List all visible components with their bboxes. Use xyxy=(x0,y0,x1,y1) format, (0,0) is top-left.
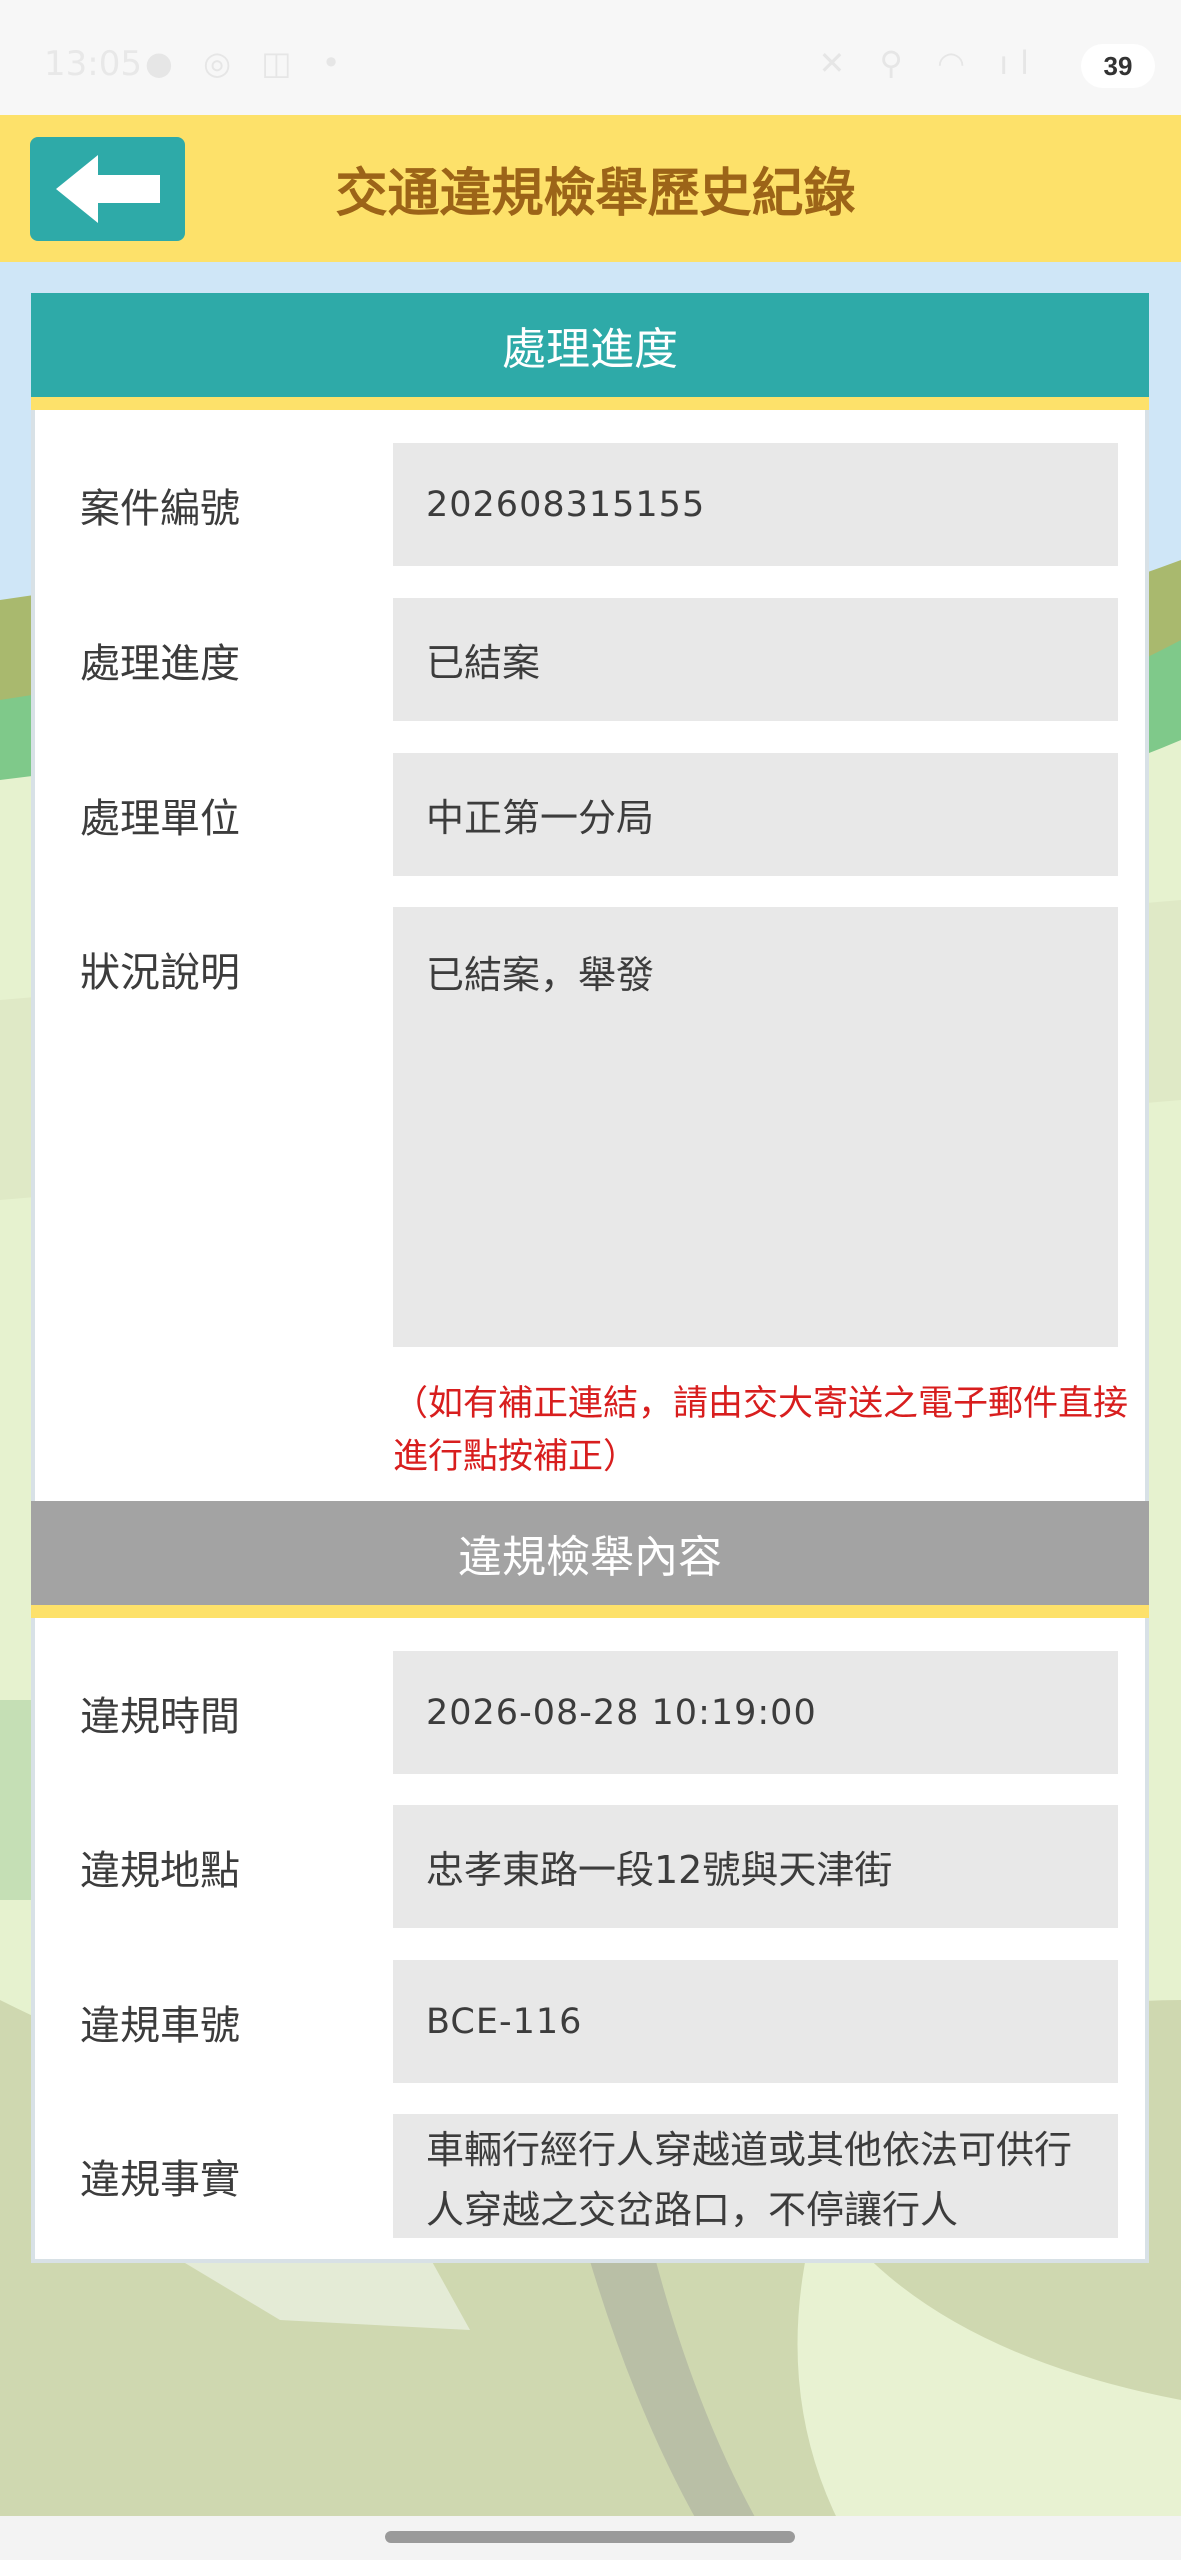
case-detail-card: 處理進度 案件編號 202608315155 處理進度 已結案 處理單位 中正第… xyxy=(31,293,1149,2263)
home-indicator[interactable] xyxy=(385,2531,795,2543)
violation-time-value: 2026-08-28 10:19:00 xyxy=(393,1651,1118,1774)
app-header: 交通違規檢舉歷史紀錄 xyxy=(0,115,1181,262)
plate-number-value: BCE-116 xyxy=(393,1960,1118,2083)
field-label: 處理進度 xyxy=(80,640,240,687)
progress-section-header: 處理進度 xyxy=(31,293,1149,410)
back-button[interactable] xyxy=(30,137,185,241)
status-description-value: 已結案，舉發 xyxy=(393,907,1118,1347)
violation-location-value: 忠孝東路一段12號與天津街 xyxy=(393,1805,1118,1928)
field-case-number: 案件編號 202608315155 xyxy=(35,443,1145,566)
status-bar: 13:05 ● ◎ ◫ • ✕ ⚲ ◠ ıl 39 xyxy=(0,0,1181,115)
unit-value: 中正第一分局 xyxy=(393,753,1118,876)
field-plate-number: 違規車號 BCE-116 xyxy=(35,1960,1145,2083)
field-label: 案件編號 xyxy=(80,485,240,532)
field-status-description: 狀況說明 已結案，舉發 xyxy=(35,907,1145,1347)
field-violation-location: 違規地點 忠孝東路一段12號與天津街 xyxy=(35,1805,1145,1928)
field-progress: 處理進度 已結案 xyxy=(35,598,1145,721)
field-label: 違規事實 xyxy=(80,2157,240,2203)
field-label: 違規車號 xyxy=(80,2002,240,2049)
status-time: 13:05 xyxy=(44,44,142,84)
field-unit: 處理單位 中正第一分局 xyxy=(35,753,1145,876)
system-status-icons: ✕ ⚲ ◠ ıl xyxy=(818,44,1041,82)
notification-icons: ● ◎ ◫ • xyxy=(145,44,351,82)
field-label: 違規地點 xyxy=(80,1847,240,1894)
case-number-value: 202608315155 xyxy=(393,443,1118,566)
field-label: 狀況說明 xyxy=(80,949,240,996)
violation-fact-value: 車輛行經行人穿越道或其他依法可供行人穿越之交岔路口，不停讓行人 xyxy=(393,2114,1118,2238)
progress-value: 已結案 xyxy=(393,598,1118,721)
violation-section-header: 違規檢舉內容 xyxy=(31,1501,1149,1618)
field-violation-fact: 違規事實 車輛行經行人穿越道或其他依法可供行人穿越之交岔路口，不停讓行人 xyxy=(35,2114,1145,2238)
arrow-left-icon xyxy=(55,155,160,223)
field-violation-time: 違規時間 2026-08-28 10:19:00 xyxy=(35,1651,1145,1774)
battery-indicator: 39 xyxy=(1081,44,1155,88)
field-label: 違規時間 xyxy=(80,1693,240,1740)
field-label: 處理單位 xyxy=(80,795,240,842)
correction-note: （如有補正連結，請由交大寄送之電子郵件直接進行點按補正） xyxy=(393,1384,1129,1477)
